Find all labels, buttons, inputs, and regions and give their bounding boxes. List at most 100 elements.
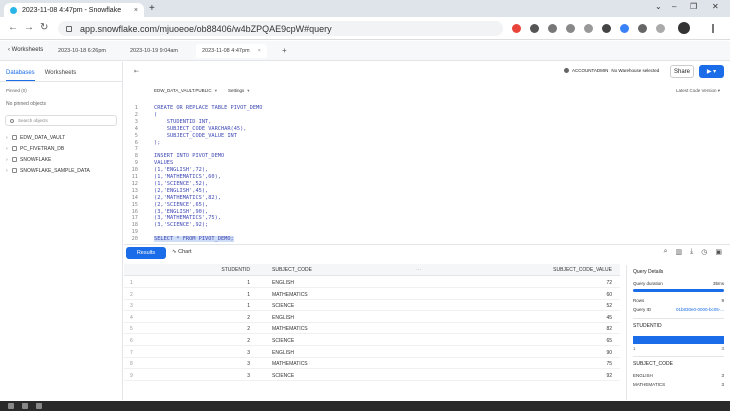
table-row[interactable]: 7 3 ENGLISH 90 xyxy=(124,347,620,358)
results-tab-button[interactable]: Results xyxy=(126,247,166,259)
worksheets-back-link[interactable]: ‹ Worksheets xyxy=(8,47,43,53)
object-sidebar: Databases Worksheets Pinned (0) No pinne… xyxy=(0,62,123,400)
row-number: 4 xyxy=(130,314,133,321)
tab-worksheets[interactable]: Worksheets xyxy=(45,70,77,81)
close-tab-icon[interactable]: × xyxy=(134,7,138,14)
table-row[interactable]: 8 3 MATHEMATICS 75 xyxy=(124,358,620,370)
url-field[interactable]: app.snowflake.com/mjuoeoe/ob88406/w4bZPQ… xyxy=(58,21,503,36)
table-row[interactable]: 2 1 MATHEMATICS 60 xyxy=(124,289,620,300)
database-context-select[interactable]: EDW_DATA_VAULT.PUBLIC ▾ xyxy=(154,88,217,94)
query-details-title: Query Details xyxy=(633,269,664,275)
database-item[interactable]: › EDW_DATA_VAULT xyxy=(6,132,116,143)
database-icon xyxy=(12,146,17,151)
role-warehouse-selector[interactable]: ACCOUNTADMIN No Warehouse selected xyxy=(564,68,659,73)
tab-search-icon[interactable]: ⌄ xyxy=(655,2,662,11)
puzzle-icon[interactable] xyxy=(638,24,647,33)
column-stats-subject-code[interactable]: SUBJECT_CODE xyxy=(633,361,724,371)
table-row[interactable]: 6 2 SCIENCE 65 xyxy=(124,335,620,346)
code-text: CREATE OR REPLACE TABLE PIVOT_DEMO xyxy=(154,105,263,111)
results-icons: ⌕ ▥ ⤓ ◷ ▣ xyxy=(664,248,722,256)
collapse-sidebar-icon[interactable]: ⇤ xyxy=(134,68,139,75)
results-header: Results ∿ Chart ⌕ ▥ ⤓ ◷ ▣ xyxy=(124,244,730,260)
sql-editor[interactable]: 1 CREATE OR REPLACE TABLE PIVOT_DEMO 2(3 S… xyxy=(124,101,730,243)
worksheet-tab[interactable]: 2023-10-19 9:04am xyxy=(124,44,184,58)
columns-icon[interactable]: ▥ xyxy=(676,248,683,256)
row-number: 5 xyxy=(130,326,133,333)
duration-bar xyxy=(633,289,724,292)
browser-tab[interactable]: 2023-11-08 4:47pm - Snowflake × xyxy=(4,3,144,17)
split-view-icon[interactable]: ▣ xyxy=(715,248,722,256)
table-header: STUDENTID SUBJECT_CODE ··· SUBJECT_CODE_… xyxy=(124,264,620,276)
close-window-button[interactable]: ✕ xyxy=(712,2,719,11)
worksheet-tab-active[interactable]: 2023-11-08 4:47pm × xyxy=(196,44,267,58)
table-row[interactable]: 9 3 SCIENCE 92 xyxy=(124,370,620,381)
settings-select[interactable]: Settings ▾ xyxy=(228,88,250,94)
column-header-subject-code[interactable]: SUBJECT_CODE xyxy=(272,267,312,273)
divider xyxy=(633,318,724,319)
extension-icon[interactable] xyxy=(512,24,521,33)
database-item[interactable]: › PC_FIVETRAN_DB xyxy=(6,143,116,154)
code-text: ); xyxy=(154,139,161,146)
extension-icon[interactable] xyxy=(602,24,611,33)
run-button[interactable]: ▶ ▾ xyxy=(699,65,724,78)
row-number: 1 xyxy=(130,280,133,286)
column-header-studentid[interactable]: STUDENTID xyxy=(221,267,250,273)
table-row[interactable]: 3 1 SCIENCE 52 xyxy=(124,300,620,312)
search-icon[interactable]: ⌕ xyxy=(664,248,668,256)
start-icon[interactable] xyxy=(8,403,14,409)
new-tab-button[interactable]: + xyxy=(149,3,155,14)
query-details-panel: Query Details Query duration 35ms Rows 9 Q… xyxy=(626,265,730,400)
chart-tab-button[interactable]: ∿ Chart xyxy=(172,249,192,255)
code-text: (3,'SCIENCE',92); xyxy=(154,222,209,229)
database-icon xyxy=(12,135,17,140)
row-number: 8 xyxy=(130,361,133,368)
back-arrow-icon[interactable]: ← xyxy=(8,22,18,33)
column-header-subject-code-value[interactable]: SUBJECT_CODE_VALUE xyxy=(553,267,612,273)
code-text: SUBJECT_CODE_VALUE INT xyxy=(154,132,237,139)
table-row[interactable]: 5 2 MATHEMATICS 82 xyxy=(124,323,620,335)
cell-subject-code: SCIENCE xyxy=(272,303,295,310)
avatar[interactable] xyxy=(678,22,690,34)
worksheet-tab[interactable]: 2023-10-18 6:26pm xyxy=(52,44,112,58)
query-id-link[interactable]: 01b830e0-0000-bc05-... xyxy=(676,307,724,312)
chevron-down-icon: ▾ xyxy=(717,88,720,93)
menu-dots-icon[interactable] xyxy=(712,24,714,33)
browser-icon[interactable] xyxy=(36,403,42,409)
reload-icon[interactable]: ↻ xyxy=(40,22,48,33)
code-version-select[interactable]: Latest Code Version ▾ xyxy=(676,88,720,94)
bookmark-star-icon[interactable] xyxy=(584,24,593,33)
category-count: 3 xyxy=(721,373,724,378)
share-page-icon[interactable] xyxy=(566,24,575,33)
restore-button[interactable]: ❐ xyxy=(690,2,697,11)
table-row[interactable]: 4 2 ENGLISH 45 xyxy=(124,312,620,323)
browser-tabstrip: 2023-11-08 4:47pm - Snowflake × + ⌄ – ❐ … xyxy=(0,0,730,17)
camera-icon[interactable] xyxy=(548,24,557,33)
close-icon[interactable]: × xyxy=(258,48,261,54)
forward-arrow-icon[interactable]: → xyxy=(24,22,34,33)
worksheet-tab-label: 2023-10-18 6:26pm xyxy=(58,48,107,54)
chevron-down-icon[interactable]: ▾ xyxy=(713,68,716,75)
search-objects-input[interactable]: Search objects xyxy=(5,115,117,126)
extension-icon[interactable] xyxy=(620,24,629,33)
database-item[interactable]: › SNOWFLAKE_SAMPLE_DATA xyxy=(6,165,116,176)
tab-databases[interactable]: Databases xyxy=(6,70,35,81)
share-button[interactable]: Share xyxy=(670,65,694,78)
download-icon[interactable]: ⤓ xyxy=(690,248,693,256)
worksheet-tab-bar: ‹ Worksheets 2023-10-18 6:26pm 2023-10-1… xyxy=(0,41,730,61)
sidebar-icon[interactable] xyxy=(656,24,665,33)
table-row[interactable]: 1 1 ENGLISH 72 xyxy=(124,277,620,288)
column-resize-handle[interactable]: ··· xyxy=(416,267,421,273)
add-worksheet-button[interactable]: + xyxy=(282,46,287,55)
database-label: SNOWFLAKE xyxy=(20,156,52,163)
database-item[interactable]: › SNOWFLAKE xyxy=(6,154,116,165)
cell-subject-code: ENGLISH xyxy=(272,349,294,356)
extension-icon[interactable] xyxy=(530,24,539,33)
cell-subject-code: SCIENCE xyxy=(272,372,295,379)
search-icon[interactable] xyxy=(22,403,28,409)
history-icon[interactable]: ◷ xyxy=(701,248,707,256)
minimize-button[interactable]: – xyxy=(672,2,676,11)
code-line[interactable]: 20 SELECT * FROM PIVOT_DEMO; xyxy=(124,235,234,243)
warehouse-label: No Warehouse selected xyxy=(611,68,660,73)
column-stats-studentid[interactable]: STUDENTID xyxy=(633,323,724,333)
rows-value: 9 xyxy=(721,298,724,303)
